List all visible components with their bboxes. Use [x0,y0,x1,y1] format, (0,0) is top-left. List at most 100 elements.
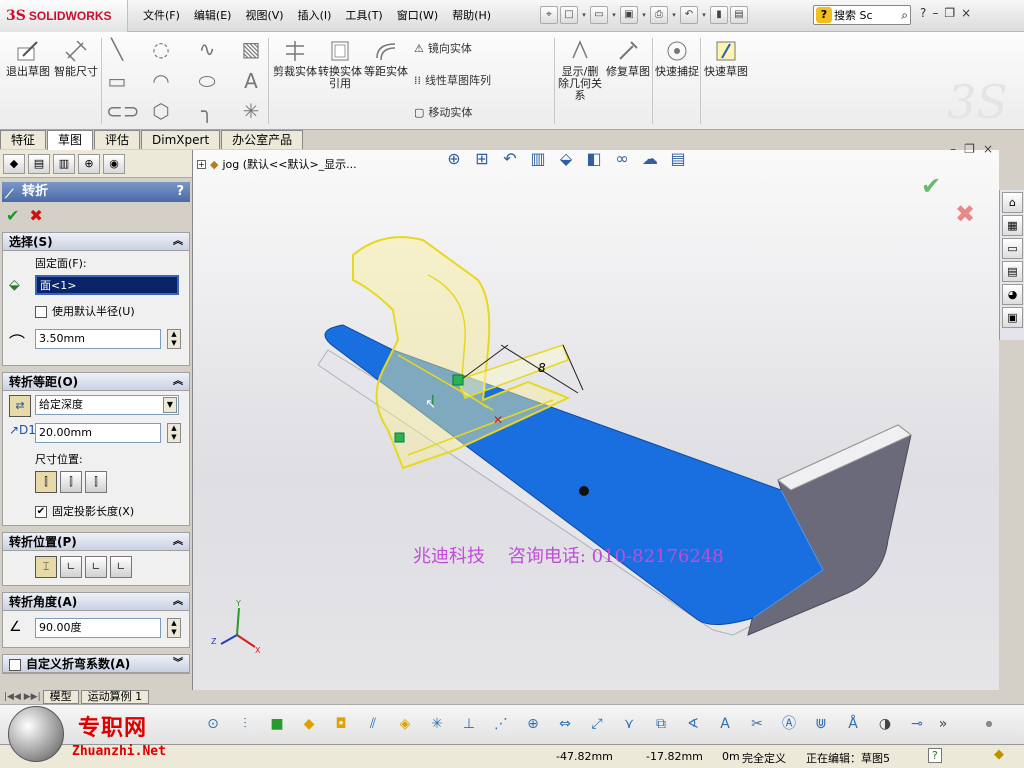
custom-properties-icon[interactable]: ▣ [1002,307,1023,328]
symmetric-icon[interactable]: ⇔ [554,713,576,735]
undo-icon[interactable]: ↶ [680,6,698,24]
toolbar-handle-icon[interactable]: ● [978,713,1000,735]
selection-group-header[interactable]: 选择(S) ︽ [3,233,189,251]
material-outside-icon[interactable]: ∟ [85,556,107,578]
line-tool-icon[interactable]: ╲ [106,38,128,60]
pierce-icon[interactable]: ⧉ [650,713,672,735]
tab-office-products[interactable]: 办公室产品 [221,130,304,149]
offset-distance-input[interactable]: 20.00mm [35,423,161,443]
pm-help-button[interactable]: ? [176,182,184,202]
fix-icon[interactable]: ■ [266,713,288,735]
overall-dimension-icon[interactable]: ⫿ [85,471,107,493]
help-button[interactable]: ? [920,6,926,20]
jog-offset-group-header[interactable]: 转折等距(O) ︽ [3,373,189,391]
point-tool-icon[interactable]: ✳ [240,100,262,122]
menu-view[interactable]: 视图(V) [238,8,290,24]
file-explorer-icon[interactable]: ▭ [1002,238,1023,259]
jog-angle-group-header[interactable]: 转折角度(A) ︽ [3,593,189,611]
tab-sketch[interactable]: 草图 [47,130,94,150]
inside-offsets-icon[interactable]: ⫿ [60,471,82,493]
end-condition-select[interactable]: 给定深度 ▼ [35,395,179,415]
endpoint-handle-icon[interactable] [394,432,405,443]
jog-angle-spinner[interactable]: ▲ ▼ [167,618,181,638]
polygon-tool-icon[interactable]: ⬡ [150,100,172,122]
quick-snaps-button[interactable]: 快速捕捉 [655,38,699,78]
material-inside-icon[interactable]: ∟ [60,556,82,578]
rectangle-tool-icon[interactable]: ▭ [106,70,128,92]
close-button[interactable]: × [961,6,971,20]
sketch-text-icon[interactable]: Å [842,713,864,735]
menu-edit[interactable]: 编辑(E) [187,8,239,24]
bend-centerline-icon[interactable]: ⌶ [35,556,57,578]
perpendicular-icon[interactable]: ⊥ [458,713,480,735]
new-icon[interactable]: □ [560,6,578,24]
tangent-icon[interactable]: ◈ [394,713,416,735]
fixed-face-selection-box[interactable]: 面<1> [35,275,179,295]
offset-entities-button[interactable]: 等距实体 [364,38,408,78]
home-icon[interactable]: ⌂ [1002,192,1023,213]
slot-tool-icon[interactable]: ⊂⊃ [106,100,140,122]
options-icon[interactable]: ▤ [730,6,748,24]
menu-tools[interactable]: 工具(T) [338,8,389,24]
trim-entities-button[interactable]: 剪裁实体 [273,38,317,78]
print-icon[interactable]: ⎙ [650,6,668,24]
plane-tool-icon[interactable]: ▧ [240,38,262,60]
save-icon[interactable]: ▣ [620,6,638,24]
cancel-button[interactable]: ✖ [29,206,42,225]
tab-dimxpert[interactable]: DimXpert [141,130,221,149]
menu-file[interactable]: 文件(F) [136,8,187,24]
appearances-icon[interactable]: ◕ [1002,284,1023,305]
intersection-icon[interactable]: ⋎ [618,713,640,735]
jog-position-group-header[interactable]: 转折位置(P) ︽ [3,533,189,551]
radius-input[interactable]: 3.50mm [35,329,161,349]
search-box[interactable]: ? 搜索 Sc ⌕ [813,5,911,25]
collinear-icon[interactable]: ⋰ [490,713,512,735]
endpoint-handle-icon[interactable] [452,374,464,386]
display-manager-tab-icon[interactable]: ◉ [103,154,125,174]
undo-dropdown-icon[interactable]: ▾ [700,11,708,19]
property-manager-tab-icon[interactable]: ▤ [28,154,50,174]
coincident-icon[interactable]: ⊙ [202,713,224,735]
repair-sketch-button[interactable]: 修复草图 [606,38,650,78]
ok-button[interactable]: ✔ [6,206,19,225]
save-dropdown-icon[interactable]: ▾ [640,11,648,19]
parallel-icon[interactable]: ⫽ [362,713,384,735]
solidworks-logo[interactable]: 3S SOLIDWORKS [0,0,128,32]
angle-icon[interactable]: ∢ [682,713,704,735]
fillet-tool-icon[interactable]: ╮ [196,100,218,122]
status-help-button[interactable]: ? [928,748,942,763]
search-icon[interactable]: ⌕ [901,8,908,23]
text-icon[interactable]: A [714,713,736,735]
mirror-entities-button[interactable]: ⚠ 镜向实体 [414,40,472,56]
midpoint-icon[interactable]: ✳ [426,713,448,735]
sketch-pattern-icon[interactable]: ⊸ [906,713,928,735]
offset-distance-spinner[interactable]: ▲ ▼ [167,423,181,443]
view-palette-icon[interactable]: ▤ [1002,261,1023,282]
ellipse-tool-icon[interactable]: ⬭ [196,70,218,92]
fix-projected-length-row[interactable]: ✔ 固定投影长度(X) [35,503,134,519]
graphics-area[interactable]: + ◆ jog (默认<<默认>_显示... ⊕ ⊞ ↶ ▥ ⬙ ◧ ∞ ☁ ▤… [193,142,999,690]
pin-icon[interactable]: ⌖ [540,6,558,24]
dimxpert-manager-tab-icon[interactable]: ⊕ [78,154,100,174]
equal-icon[interactable]: ◘ [330,713,352,735]
tab-features[interactable]: 特征 [0,130,47,149]
radius-spinner[interactable]: ▲ ▼ [167,329,181,349]
open-icon[interactable]: ▭ [590,6,608,24]
chevron-down-icon[interactable]: ▼ [163,397,177,413]
rapid-sketch-button[interactable]: 快速草图 [704,38,748,78]
shaded-sketch-icon[interactable]: ◑ [874,713,896,735]
minimize-button[interactable]: – [932,6,938,20]
custom-bend-checkbox[interactable] [9,658,21,671]
arc-tool-icon[interactable]: ◠ [150,70,172,92]
convert-entities-button[interactable]: 转换实体引用 [318,38,362,90]
smart-dimension-button[interactable]: 智能尺寸 [54,38,98,78]
open-dropdown-icon[interactable]: ▾ [610,11,618,19]
new-dropdown-icon[interactable]: ▾ [580,11,588,19]
trim-icon[interactable]: ✂ [746,713,768,735]
text-tool-icon[interactable]: A [240,70,262,92]
horizontal-icon[interactable]: ⤢ [586,713,608,735]
rebuild-icon[interactable]: ▮ [710,6,728,24]
tag-icon[interactable]: ◆ [994,747,1004,762]
jog-angle-input[interactable]: 90.00度 [35,618,161,638]
concentric-icon[interactable]: ⊕ [522,713,544,735]
